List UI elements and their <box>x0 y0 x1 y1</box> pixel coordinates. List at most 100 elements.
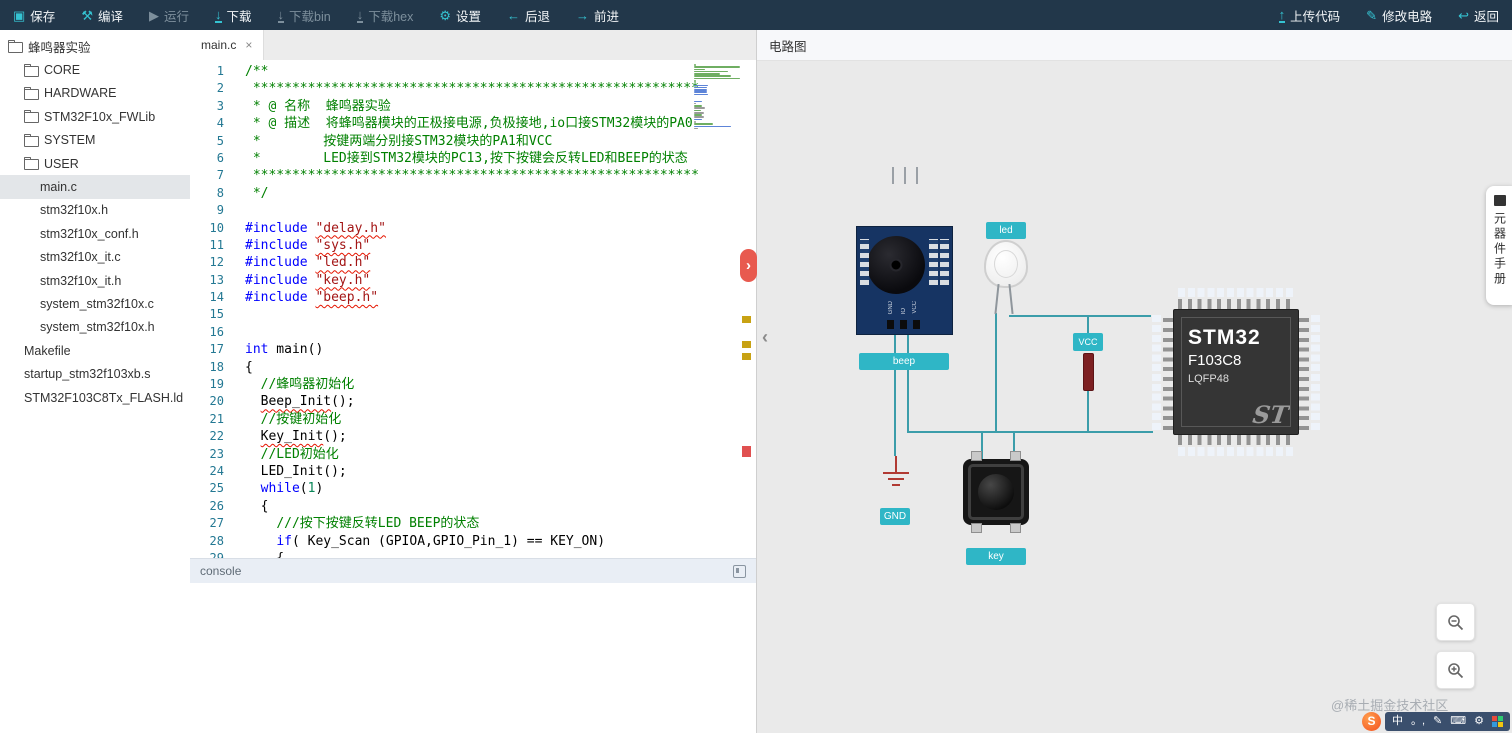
buzzer-tag[interactable]: beep <box>859 353 949 370</box>
vcc-tag[interactable]: VCC <box>1073 333 1103 351</box>
wire <box>907 431 1153 433</box>
tab-close-icon[interactable]: × <box>245 38 252 52</box>
ime-bar: 中 。, ✎ ⌨ ⚙ <box>1384 711 1510 731</box>
download-hex-icon: ↓ <box>356 6 364 23</box>
buzzer-module[interactable]: GND IO VCC <box>856 226 953 335</box>
code-line: 18 { <box>190 359 756 376</box>
tree-item-stm32f10x_conf.h[interactable]: stm32f10x_conf.h <box>0 222 190 245</box>
minimap-line <box>694 66 740 68</box>
tree-item-system_stm32f10x.h[interactable]: system_stm32f10x.h <box>0 316 190 339</box>
tree-item-main.c[interactable]: main.c <box>0 175 190 199</box>
ime-tool-icon[interactable]: ⚙ <box>1474 715 1484 727</box>
buzzer-pin-label: VCC <box>912 301 918 314</box>
line-number: 17 <box>209 342 224 357</box>
code-lines: 1/** 2 **********************************… <box>190 60 756 558</box>
tab-main-c[interactable]: main.c × <box>190 30 265 60</box>
tree-item-HARDWARE[interactable]: HARDWARE <box>0 82 190 105</box>
ime-keyboard-icon[interactable]: ⌨ <box>1450 715 1466 727</box>
ime-language-toggle[interactable]: 中 <box>1392 715 1403 727</box>
toolbar-button-label: 前进 <box>594 9 620 24</box>
tree-item-system_stm32f10x.c[interactable]: system_stm32f10x.c <box>0 292 190 315</box>
code-line-content: #include "key.h" <box>245 272 371 288</box>
code-line: 19 //蜂鸣器初始化 <box>190 376 756 393</box>
folder-icon <box>24 157 39 171</box>
key-pin <box>1010 451 1021 461</box>
line-number: 14 <box>209 290 224 305</box>
chip-pins-top <box>1178 299 1294 309</box>
zoom-out-icon <box>1448 614 1464 630</box>
gnd-tag[interactable]: GND <box>880 508 910 525</box>
led-leg <box>994 283 1000 315</box>
code-editor[interactable]: 1/** 2 **********************************… <box>190 60 756 558</box>
tree-item-STM32F10x_FWLib[interactable]: STM32F10x_FWLib <box>0 105 190 128</box>
expand-editor-handle[interactable]: › <box>740 249 757 282</box>
tree-item--[interactable]: 蜂鸣器实验 <box>0 35 190 58</box>
code-line-content: { <box>245 498 269 514</box>
code-line-content: //LED初始化 <box>260 446 339 462</box>
toolbar-button-edit-circuit[interactable]: ✎ 修改电路 <box>1353 0 1445 30</box>
code-line: 2 **************************************… <box>190 80 756 97</box>
component-manual-button[interactable]: 元器件手册 <box>1486 186 1512 305</box>
tree-item-USER[interactable]: USER <box>0 152 190 175</box>
code-line-content: #include "delay.h" <box>245 220 386 236</box>
toolbar-button-label: 下载 <box>226 9 252 24</box>
chip-body: STM32 F103C8 LQFP48 ST <box>1173 309 1299 435</box>
tree-item-STM32F103C8Tx_FLASH.ld[interactable]: STM32F103C8Tx_FLASH.ld <box>0 386 190 409</box>
console-panel-icon[interactable] <box>733 564 746 578</box>
wire <box>1009 315 1089 317</box>
toolbar-button-compile[interactable]: ⚒ 编译 <box>68 0 136 30</box>
wire <box>1087 391 1089 433</box>
line-number: 10 <box>209 220 224 235</box>
tree-item-stm32f10x_it.c[interactable]: stm32f10x_it.c <box>0 246 190 269</box>
zoom-in-button[interactable] <box>1436 651 1475 689</box>
line-number: 2 <box>216 81 224 96</box>
tree-item-Makefile[interactable]: Makefile <box>0 339 190 362</box>
download-icon: ↓ <box>215 6 222 23</box>
resistor-component[interactable] <box>1083 353 1094 391</box>
key-tag[interactable]: key <box>966 548 1026 565</box>
tree-item-stm32f10x_it.h[interactable]: stm32f10x_it.h <box>0 269 190 292</box>
tree-item-label: main.c <box>40 180 77 195</box>
tree-item-stm32f10x.h[interactable]: stm32f10x.h <box>0 199 190 222</box>
ime-pen-icon[interactable]: ✎ <box>1433 715 1442 727</box>
file-explorer: 蜂鸣器实验 CORE HARDWARE STM32F10x_FWLib SYSTEM US… <box>0 30 191 733</box>
collapse-circuit-handle[interactable]: ‹ <box>758 322 772 352</box>
zoom-out-button[interactable] <box>1436 603 1475 641</box>
stm32-chip[interactable]: STM32 F103C8 LQFP48 ST <box>1151 287 1321 457</box>
sogou-grid-icon[interactable] <box>1492 715 1503 727</box>
toolbar-button-back[interactable]: ← 后退 <box>494 0 563 30</box>
key-button-component[interactable] <box>963 451 1029 533</box>
tree-item-label: HARDWARE <box>44 86 117 101</box>
minimap-line <box>694 98 696 100</box>
chip-pin-labels-bottom <box>1178 447 1294 456</box>
line-number: 13 <box>209 272 224 287</box>
tree-item-CORE[interactable]: CORE <box>0 58 190 81</box>
tree-item-startup_stm32f103xb.s[interactable]: startup_stm32f103xb.s <box>0 362 190 385</box>
code-line-content: Beep_Init(); <box>260 394 355 410</box>
editor-panel: main.c × 1/** 2 *************************… <box>190 30 756 734</box>
editor-tabbar: main.c × <box>190 30 756 61</box>
tree-item-label: Makefile <box>24 343 71 358</box>
ground-symbol[interactable] <box>879 456 913 496</box>
led-tag[interactable]: led <box>986 222 1026 239</box>
sogou-logo-icon[interactable]: S <box>1361 711 1381 731</box>
minimap[interactable] <box>694 64 742 130</box>
minimap-line <box>694 107 706 109</box>
line-number: 3 <box>216 98 224 113</box>
ime-toolbar[interactable]: S 中 。, ✎ ⌨ ⚙ <box>1361 711 1510 731</box>
led-component[interactable] <box>984 240 1028 288</box>
folder-icon <box>24 63 39 77</box>
toolbar-button-save[interactable]: ▣ 保存 <box>0 0 68 30</box>
code-line-content: ///按下按键反转LED BEEP的状态 <box>276 516 480 532</box>
line-number: 27 <box>209 516 224 531</box>
toolbar-button-settings[interactable]: ⚙ 设置 <box>426 0 494 30</box>
toolbar-button-return[interactable]: ↩ 返回 <box>1445 0 1512 30</box>
circuit-canvas[interactable]: GND IO VCC beep led VCC STM32 F103C8 LQF… <box>757 61 1512 733</box>
toolbar-button-run: ▶ 运行 <box>136 0 202 30</box>
ime-punctuation-toggle[interactable]: 。, <box>1411 715 1425 727</box>
toolbar-button-forward[interactable]: → 前进 <box>563 0 632 30</box>
tree-item-SYSTEM[interactable]: SYSTEM <box>0 129 190 152</box>
toolbar-button-upload-code[interactable]: ↑ 上传代码 <box>1266 0 1354 30</box>
code-line-content: * LED接到STM32模块的PC13,按下按键会反转LED和BEEP的状态 <box>245 150 688 166</box>
toolbar-button-download[interactable]: ↓ 下载 <box>202 0 265 30</box>
